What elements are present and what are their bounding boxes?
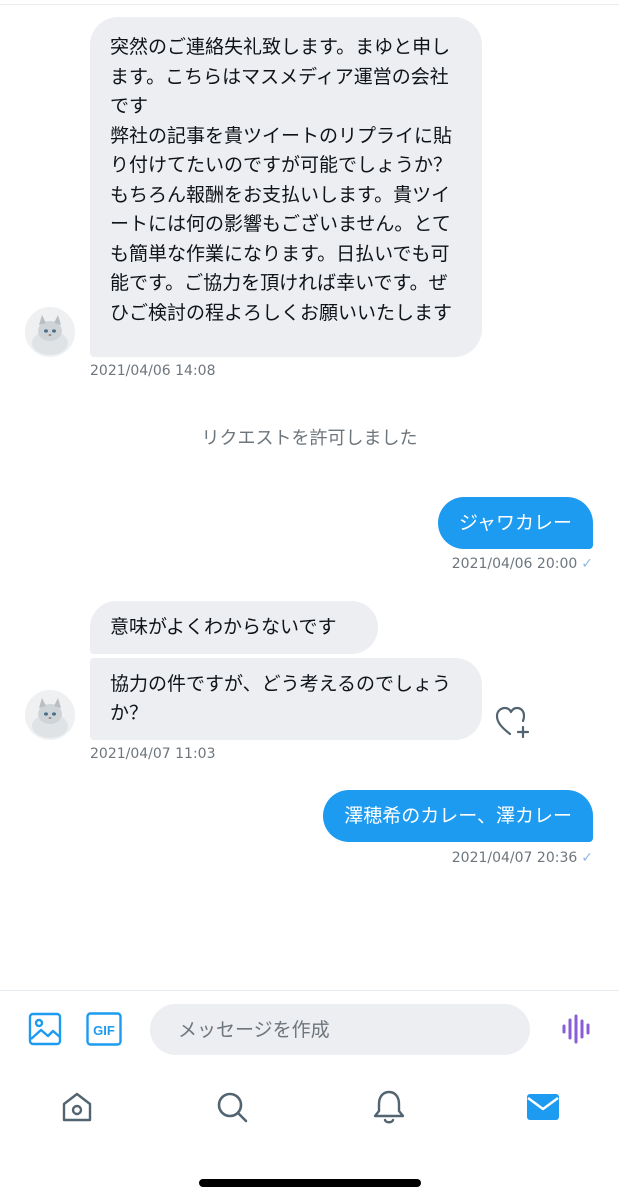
- voice-icon[interactable]: [560, 1013, 592, 1045]
- outgoing-message-bubble[interactable]: ジャワカレー: [437, 497, 593, 549]
- incoming-message-bubble[interactable]: 突然のご連絡失礼致します。まゆと申します。こちらはマスメディア運営の会社です 弊…: [90, 17, 482, 357]
- message-timestamp: 2021/04/06 20:00 ✓: [452, 556, 593, 572]
- read-check-icon: ✓: [581, 850, 593, 866]
- timestamp-text: 2021/04/07 20:36: [451, 850, 578, 866]
- home-icon[interactable]: [59, 1089, 95, 1125]
- image-icon[interactable]: [27, 1011, 63, 1047]
- sender-avatar[interactable]: [25, 307, 75, 357]
- gif-label: GIF: [93, 1023, 115, 1038]
- outgoing-message-bubble[interactable]: 澤穂希のカレー、澤カレー: [323, 790, 593, 842]
- request-accepted-note: リクエストを許可しました: [201, 428, 418, 449]
- message-timestamp: 2021/04/07 20:36 ✓: [452, 850, 593, 866]
- incoming-message-bubble[interactable]: 意味がよくわからないです: [90, 601, 378, 654]
- sender-avatar[interactable]: [25, 690, 75, 740]
- heart-plus-icon[interactable]: [495, 705, 531, 739]
- message-input[interactable]: [176, 1017, 530, 1042]
- message-timestamp: 2021/04/06 14:08: [90, 363, 216, 379]
- timestamp-text: 2021/04/06 20:00: [451, 556, 578, 572]
- bell-icon[interactable]: [371, 1088, 407, 1126]
- composer-divider: [0, 990, 619, 991]
- home-indicator: [199, 1179, 421, 1187]
- mail-icon[interactable]: [525, 1091, 561, 1123]
- top-divider: [0, 4, 619, 5]
- search-icon[interactable]: [214, 1089, 250, 1125]
- message-input-container[interactable]: [150, 1004, 530, 1055]
- message-timestamp: 2021/04/07 11:03: [90, 746, 216, 762]
- read-check-icon: ✓: [581, 556, 593, 572]
- gif-icon[interactable]: GIF: [86, 1012, 122, 1046]
- incoming-message-bubble[interactable]: 協力の件ですが、どう考えるのでしょうか？: [90, 658, 482, 740]
